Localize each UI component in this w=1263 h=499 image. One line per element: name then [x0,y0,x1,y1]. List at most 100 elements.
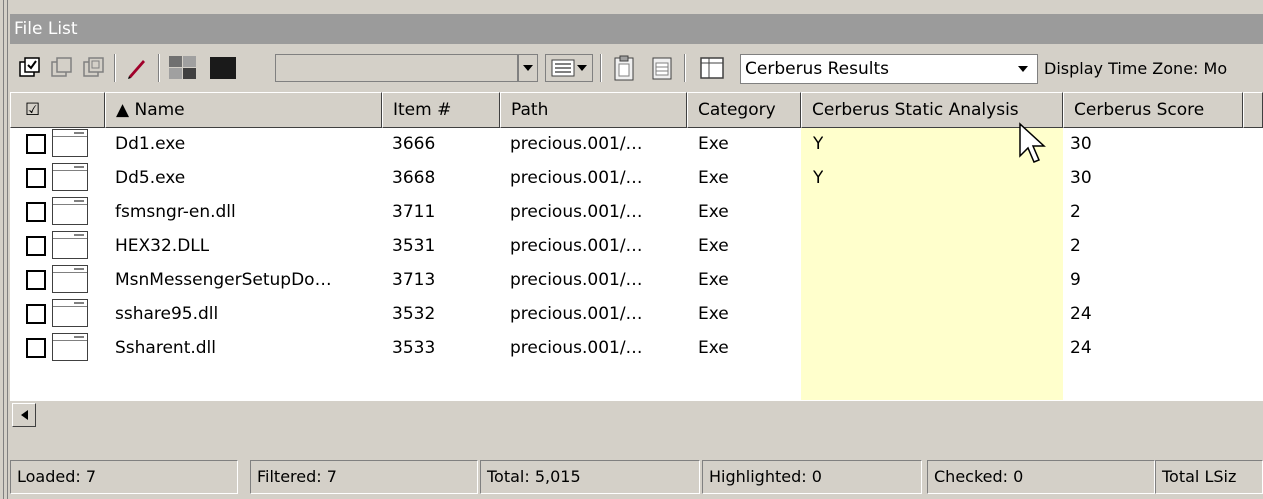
toolbar-separator [114,54,116,82]
check-all-icon[interactable] [16,54,44,82]
cell-path: precious.001/… [510,134,643,154]
color-picker-field[interactable] [275,54,518,82]
cell-score: 2 [1070,202,1081,222]
cell-category: Exe [698,236,729,256]
table-row[interactable]: HEX32.DLL 3531 precious.001/… Exe 2 [10,230,1263,264]
cell-item: 3713 [392,270,436,290]
file-icon [52,163,88,191]
row-checkbox[interactable] [26,168,46,188]
file-icon [52,333,88,361]
uncheck-all-icon[interactable] [48,54,76,82]
cell-path: precious.001/… [510,236,643,256]
edit-pencil-icon[interactable] [122,54,152,82]
table-row[interactable]: fsmsngr-en.dll 3711 precious.001/… Exe 2 [10,196,1263,230]
cell-item: 3531 [392,236,436,256]
status-checked: Checked: 0 [927,460,1155,494]
row-checkbox[interactable] [26,304,46,324]
row-checkbox[interactable] [26,134,46,154]
cell-name: Ssharent.dll [115,338,216,358]
column-layout-button[interactable] [545,54,593,82]
file-list-panel: File List Cerberus Results Display Time … [10,0,1263,499]
chevron-down-icon[interactable] [1013,55,1033,83]
cell-name: fsmsngr-en.dll [115,202,236,222]
cell-static-analysis: Y [813,134,824,154]
toolbar-separator [600,54,602,82]
status-bar: Loaded: 7 Filtered: 7 Total: 5,015 Highl… [10,456,1263,499]
color-squares-icon[interactable] [166,54,200,82]
toolbar-separator [158,54,160,82]
invert-check-icon[interactable] [80,54,108,82]
window-frame-left [0,0,8,499]
row-checkbox[interactable] [26,202,46,222]
top-band [10,0,1263,15]
cell-item: 3711 [392,202,436,222]
cell-name: Dd5.exe [115,168,186,188]
cell-path: precious.001/… [510,304,643,324]
table-row[interactable]: MsnMessengerSetupDo… 3713 precious.001/…… [10,264,1263,298]
row-checkbox[interactable] [26,236,46,256]
cell-item: 3668 [392,168,436,188]
cell-item: 3533 [392,338,436,358]
clipboard-icon[interactable] [608,54,640,82]
cell-score: 24 [1070,338,1092,358]
file-icon [52,299,88,327]
column-header-path[interactable]: Path [500,92,687,128]
report-icon[interactable] [646,54,678,82]
status-total: Total: 5,015 [480,460,700,494]
cell-path: precious.001/… [510,270,643,290]
chevron-down-icon [577,65,587,71]
cell-score: 2 [1070,236,1081,256]
scroll-left-icon[interactable] [12,403,36,427]
color-dropdown-button[interactable] [518,54,538,82]
cell-category: Exe [698,304,729,324]
table-row[interactable]: Dd1.exe 3666 precious.001/… Exe Y 30 [10,128,1263,162]
cell-category: Exe [698,134,729,154]
cell-category: Exe [698,202,729,222]
column-header-item[interactable]: Item # [382,92,500,128]
table-header: ☑ ▲ Name Item # Path Category Cerberus S… [10,92,1263,128]
file-icon [52,265,88,293]
table-row[interactable]: Ssharent.dll 3533 precious.001/… Exe 24 [10,332,1263,366]
cell-name: MsnMessengerSetupDo… [115,270,332,290]
column-header-name[interactable]: ▲ Name [105,92,382,128]
file-icon [52,231,88,259]
cell-path: precious.001/… [510,202,643,222]
table-row[interactable]: sshare95.dll 3532 precious.001/… Exe 24 [10,298,1263,332]
column-header-score[interactable]: Cerberus Score [1063,92,1243,128]
row-checkbox[interactable] [26,270,46,290]
table-row[interactable]: Dd5.exe 3668 precious.001/… Exe Y 30 [10,162,1263,196]
column-header-extra[interactable] [1243,92,1263,128]
cell-item: 3532 [392,304,436,324]
cell-score: 30 [1070,168,1092,188]
file-icon [52,129,88,157]
status-highlighted: Highlighted: 0 [702,460,922,494]
status-total-lsize: Total LSiz [1155,460,1263,494]
cell-category: Exe [698,168,729,188]
cell-score: 9 [1070,270,1081,290]
status-loaded: Loaded: 7 [10,460,238,494]
column-header-category[interactable]: Category [687,92,801,128]
cell-name: sshare95.dll [115,304,219,324]
cell-score: 30 [1070,134,1092,154]
view-select[interactable]: Cerberus Results [740,54,1038,84]
cell-path: precious.001/… [510,168,643,188]
toolbar-separator [684,54,686,82]
panel-title: File List [10,14,1263,44]
table-view-icon[interactable] [690,54,734,82]
cell-category: Exe [698,270,729,290]
cell-score: 24 [1070,304,1092,324]
cell-path: precious.001/… [510,338,643,358]
cell-name: HEX32.DLL [115,236,210,256]
status-filtered: Filtered: 7 [250,460,478,494]
cell-item: 3666 [392,134,436,154]
cell-static-analysis: Y [813,168,824,188]
spacer [10,428,1263,456]
cell-category: Exe [698,338,729,358]
highlight-color-icon[interactable] [206,54,240,82]
row-checkbox[interactable] [26,338,46,358]
list-view-icon [551,59,575,77]
column-header-checkbox[interactable]: ☑ [10,92,105,128]
view-select-value: Cerberus Results [745,59,889,79]
horizontal-scrollbar[interactable] [10,400,1263,428]
mouse-cursor-icon [1018,122,1046,171]
